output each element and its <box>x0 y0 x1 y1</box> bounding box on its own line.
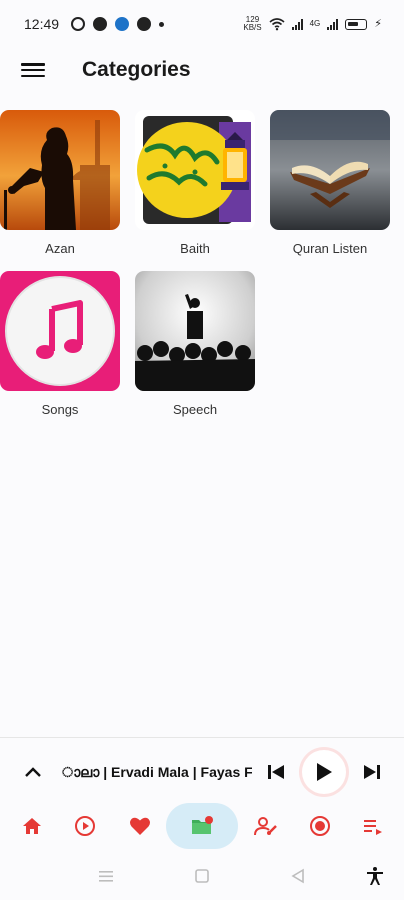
category-label: Speech <box>172 402 218 417</box>
status-left: 12:49 <box>24 16 165 32</box>
signal-icon-2 <box>327 18 339 30</box>
songs-thumbnail <box>0 271 120 391</box>
category-label: Azan <box>45 241 75 256</box>
wifi-icon <box>269 18 285 31</box>
artist-icon[interactable] <box>246 800 286 852</box>
whatsapp-icon <box>71 17 86 31</box>
track-title[interactable]: ാലാ | Ervadi Mala | Fayas F <box>62 764 252 781</box>
mini-player[interactable]: ാലാ | Ervadi Mala | Fayas F <box>0 738 404 806</box>
accessibility-icon[interactable] <box>365 866 385 886</box>
network-type: 4G <box>309 19 321 28</box>
notification-dot-icon <box>159 21 165 27</box>
play-circle-icon[interactable] <box>65 800 105 852</box>
signal-icon <box>291 18 303 30</box>
category-label: Baith <box>180 241 210 256</box>
category-tile-quran-listen[interactable]: Quran Listen <box>270 110 390 256</box>
category-label: Quran Listen <box>292 241 368 256</box>
back-icon[interactable] <box>288 866 308 886</box>
status-right: 129 KB/S 4G ⚡ <box>243 16 382 32</box>
page-title: Categories <box>82 58 191 81</box>
quran-listen-thumbnail <box>270 110 390 230</box>
speech-thumbnail <box>135 271 255 391</box>
azan-thumbnail <box>0 110 120 230</box>
category-label: Songs <box>41 402 79 417</box>
status-bar: 12:49 129 KB/S 4G ⚡ <box>0 0 404 48</box>
app-icon <box>115 17 130 31</box>
status-time: 12:49 <box>24 16 60 32</box>
home-nav-icon[interactable] <box>192 866 212 886</box>
bottom-nav <box>0 800 404 852</box>
system-nav-bar <box>0 852 404 900</box>
home-icon[interactable] <box>12 800 52 852</box>
shazam-icon <box>93 17 108 31</box>
baith-thumbnail <box>135 110 255 230</box>
skip-previous-icon[interactable] <box>264 760 288 784</box>
playlist-icon[interactable] <box>353 800 393 852</box>
net-speed: 129 KB/S <box>243 16 261 32</box>
category-tile-songs[interactable]: Songs <box>0 271 120 417</box>
skip-next-icon[interactable] <box>360 760 384 784</box>
charging-icon: ⚡ <box>374 18 382 30</box>
settings-icon <box>137 17 152 31</box>
folder-icon[interactable] <box>166 803 238 849</box>
recents-icon[interactable] <box>96 866 116 886</box>
battery-icon <box>345 18 368 30</box>
category-tile-azan[interactable]: Azan <box>0 110 120 256</box>
category-tile-speech[interactable]: Speech <box>135 271 255 417</box>
category-tile-baith[interactable]: Baith <box>135 110 255 256</box>
app-header: Categories <box>0 48 404 92</box>
play-icon[interactable] <box>302 750 346 794</box>
hamburger-menu-icon[interactable] <box>21 60 45 80</box>
favorite-icon[interactable] <box>120 800 160 852</box>
net-speed-unit: KB/S <box>243 23 262 32</box>
chevron-up-icon[interactable] <box>18 757 48 787</box>
radio-icon[interactable] <box>300 800 340 852</box>
